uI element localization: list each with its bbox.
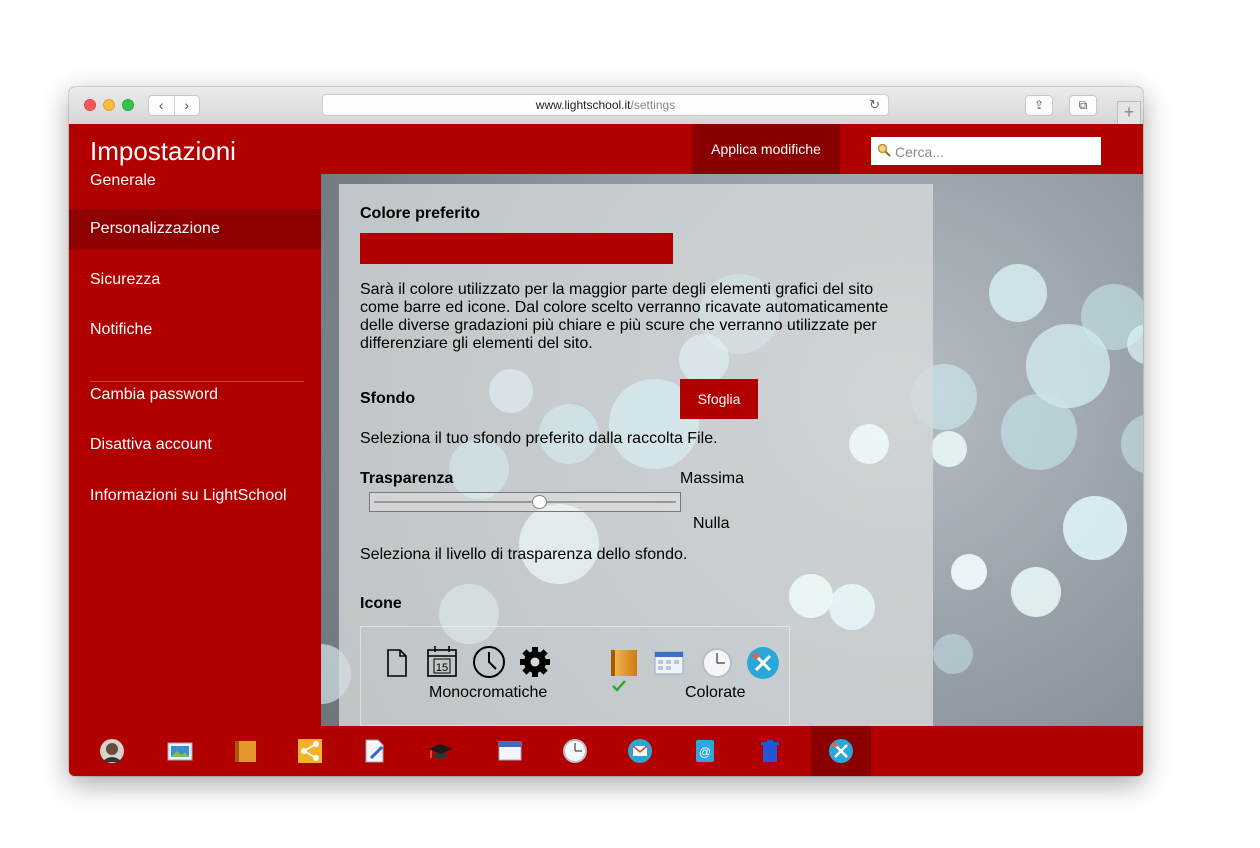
- avatar-icon[interactable]: [99, 738, 125, 764]
- back-button[interactable]: ‹: [149, 96, 175, 115]
- calendar-day: 15: [436, 662, 448, 674]
- url-domain: www.lightschool.it: [535, 98, 631, 112]
- search-icon: [877, 143, 891, 157]
- notebook-icon[interactable]: [232, 738, 258, 764]
- share-icon[interactable]: [297, 738, 323, 764]
- check-icon: [612, 680, 626, 692]
- apply-changes-button[interactable]: Applica modifiche: [692, 124, 840, 174]
- calendar-icon[interactable]: [497, 738, 523, 764]
- transparency-description: Seleziona il livello di trasparenza dell…: [360, 546, 688, 563]
- mail-icon[interactable]: [627, 738, 653, 764]
- sidebar-item-notifiche[interactable]: Notifiche: [69, 310, 321, 350]
- settings-tools-icon[interactable]: [828, 738, 854, 764]
- browse-button[interactable]: Sfoglia: [680, 379, 758, 419]
- address-bar[interactable]: www.lightschool.it/settings ↻: [322, 94, 889, 116]
- settings-panel: Colore preferito Sarà il colore utilizza…: [339, 184, 933, 726]
- transparency-heading: Trasparenza: [360, 470, 454, 487]
- photo-icon[interactable]: [167, 738, 193, 764]
- background-description: Seleziona il tuo sfondo preferito dalla …: [360, 430, 718, 447]
- transparency-max-label: Massima: [680, 470, 745, 487]
- url-path: /settings: [630, 98, 676, 112]
- taskbar: @: [69, 726, 1143, 776]
- settings-content: Colore preferito Sarà il colore utilizza…: [321, 174, 1143, 726]
- document-icon: [387, 649, 407, 677]
- background-heading: Sfondo: [360, 390, 416, 407]
- sidebar-item-generale[interactable]: Generale: [69, 161, 321, 201]
- svg-text:@: @: [699, 745, 711, 759]
- sidebar-item-personalizzazione[interactable]: Personalizzazione: [69, 209, 321, 249]
- trash-icon[interactable]: [757, 738, 783, 764]
- sidebar-item-sicurezza[interactable]: Sicurezza: [69, 260, 321, 300]
- tools-color-icon: [747, 647, 779, 679]
- gear-icon: [520, 647, 550, 677]
- forward-button[interactable]: ›: [175, 96, 200, 115]
- icons-heading: Icone: [360, 595, 402, 612]
- close-window-button[interactable]: [84, 99, 96, 111]
- icon-set-selector: 15 Monocromatiche Colorate: [360, 626, 790, 726]
- sidebar-item-cambia-password[interactable]: Cambia password: [69, 375, 321, 415]
- edit-document-icon[interactable]: [362, 738, 388, 764]
- browser-toolbar: ‹ › www.lightschool.it/settings ↻ ⇪ ⧉ +: [69, 87, 1143, 125]
- new-tab-button[interactable]: +: [1117, 101, 1141, 125]
- calendar-icon: 15: [427, 646, 457, 677]
- search-box[interactable]: [871, 137, 1101, 167]
- settings-sidebar: Generale Personalizzazione Sicurezza Not…: [69, 172, 321, 726]
- search-input[interactable]: [893, 137, 1101, 167]
- monochrome-label[interactable]: Monocromatiche: [429, 684, 547, 702]
- maximize-window-button[interactable]: [122, 99, 134, 111]
- graduation-cap-icon[interactable]: [427, 738, 453, 764]
- sidebar-item-informazioni[interactable]: Informazioni su LightSchool: [69, 476, 321, 516]
- browser-window: ‹ › www.lightschool.it/settings ↻ ⇪ ⧉ + …: [69, 87, 1143, 776]
- clock-color-icon: [702, 648, 732, 678]
- clock-icon: [473, 646, 505, 678]
- sidebar-item-disattiva-account[interactable]: Disattiva account: [69, 425, 321, 465]
- share-button[interactable]: ⇪: [1025, 95, 1053, 116]
- clock-icon[interactable]: [562, 738, 588, 764]
- contacts-icon[interactable]: @: [692, 738, 718, 764]
- tabs-overview-button[interactable]: ⧉: [1069, 95, 1097, 116]
- nav-buttons: ‹ ›: [148, 95, 200, 116]
- notebook-color-icon: [611, 650, 637, 676]
- favorite-color-description: Sarà il colore utilizzato per la maggior…: [360, 281, 889, 352]
- colored-label[interactable]: Colorate: [685, 684, 745, 702]
- reload-icon[interactable]: ↻: [869, 95, 880, 115]
- slider-thumb[interactable]: [532, 495, 547, 509]
- calendar-color-icon: [654, 651, 684, 675]
- color-picker[interactable]: [360, 233, 673, 264]
- slider-line: [374, 501, 676, 503]
- transparency-min-label: Nulla: [693, 515, 730, 532]
- minimize-window-button[interactable]: [103, 99, 115, 111]
- transparency-slider[interactable]: [369, 492, 681, 512]
- favorite-color-heading: Colore preferito: [360, 205, 481, 222]
